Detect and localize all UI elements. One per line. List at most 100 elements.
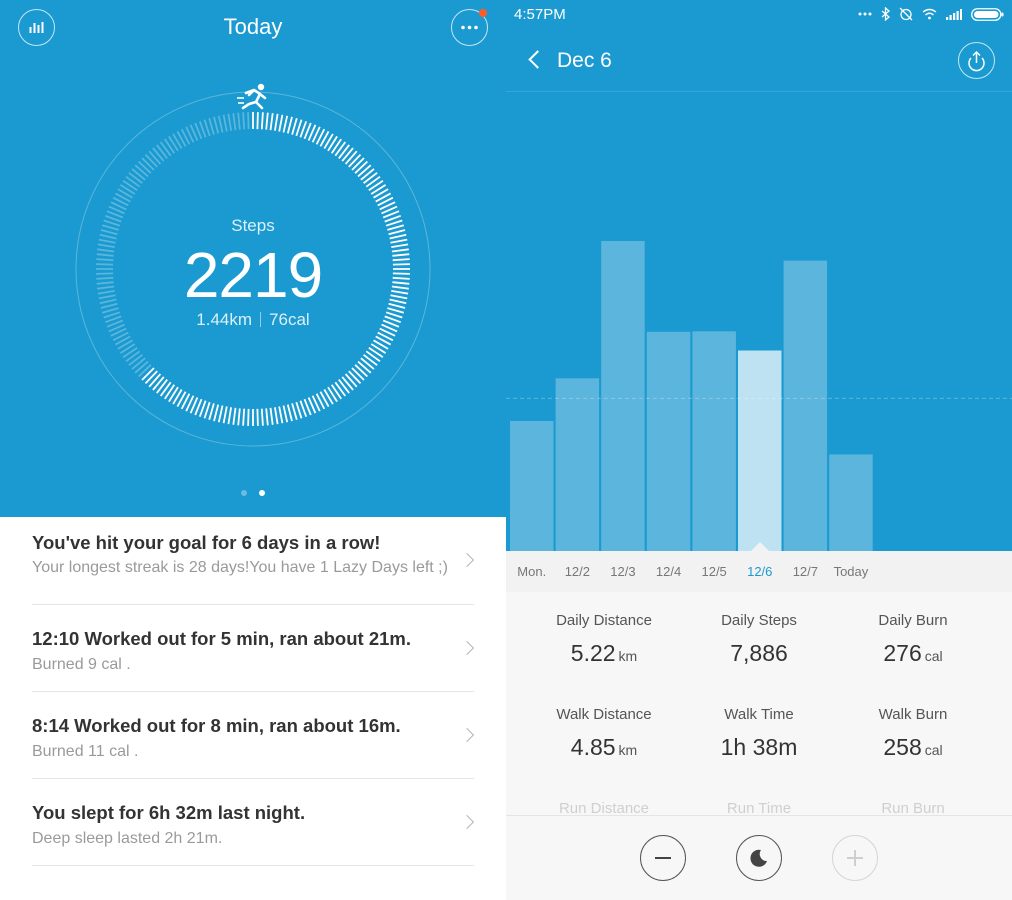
- ring-tick-filled: [338, 379, 350, 394]
- x-tick-label[interactable]: 12/3: [598, 564, 648, 579]
- metric-value: 4.85 km: [519, 734, 689, 761]
- calories-value: 76cal: [269, 310, 310, 329]
- ring-tick-filled: [354, 160, 369, 174]
- plus-icon: [846, 849, 863, 866]
- metric-unit: cal: [924, 648, 943, 664]
- x-tick-label[interactable]: 12/2: [552, 564, 602, 579]
- metric-label: Daily Steps: [721, 612, 797, 629]
- chart-x-axis: Mon. 12/2 12/3 12/4 12/5 12/6 12/7 Today: [506, 542, 1012, 592]
- ring-tick-filled: [265, 112, 269, 130]
- bar[interactable]: [646, 331, 691, 551]
- ring-tick-filled: [357, 164, 372, 178]
- ring-tick-filled: [278, 406, 284, 424]
- feed-item-workout-1[interactable]: 12:10 Worked out for 5 min, ran about 21…: [32, 605, 475, 692]
- feed-subtitle: Deep sleep lasted 2h 21m.: [32, 830, 223, 847]
- moon-icon: [749, 849, 767, 867]
- pager-dot-2[interactable]: [259, 490, 265, 496]
- ring-tick-filled: [286, 116, 293, 134]
- steps-bar-chart: [506, 241, 1012, 552]
- ring-tick-filled: [217, 405, 224, 423]
- ring-tick-filled: [291, 117, 298, 135]
- ring-tick-filled: [348, 153, 362, 168]
- bar-selected[interactable]: [738, 350, 782, 552]
- ring-tick-filled: [222, 406, 228, 424]
- bar[interactable]: [692, 331, 736, 551]
- feed-item-workout-2[interactable]: 8:14 Worked out for 8 min, ran about 16m…: [32, 692, 475, 779]
- feed-title: You've hit your goal for 6 days in a row…: [32, 532, 381, 553]
- feed-subtitle: Burned 9 cal .: [32, 656, 131, 673]
- selected-caret: [750, 542, 769, 551]
- ring-tick-filled: [227, 407, 232, 425]
- steps-value: 2219: [183, 239, 323, 311]
- metric-number: 276: [883, 640, 922, 666]
- ring-tick-empty: [128, 172, 143, 184]
- ring-tick-empty: [128, 354, 143, 366]
- ring-tick-filled: [242, 408, 246, 426]
- metric-number: 5.22: [570, 640, 616, 666]
- ring-tick-filled: [291, 403, 298, 421]
- ring-tick-filled: [354, 364, 369, 378]
- x-tick-label[interactable]: 12/7: [780, 564, 830, 579]
- ring-tick-filled: [269, 407, 274, 425]
- ring-tick-filled: [274, 407, 279, 425]
- ring-tick-filled: [351, 157, 365, 171]
- ring-tick-filled: [256, 112, 259, 130]
- ring-tick-filled: [295, 119, 303, 137]
- ring-tick-empty: [141, 157, 155, 171]
- minus-button[interactable]: [640, 835, 686, 881]
- bar[interactable]: [783, 260, 828, 551]
- metric-number: 258: [883, 734, 922, 760]
- ring-tick-filled: [208, 403, 215, 421]
- metric-number: 7,886: [730, 640, 788, 666]
- ring-tick-filled: [213, 404, 220, 422]
- feed-item-streak[interactable]: You've hit your goal for 6 days in a row…: [32, 517, 475, 605]
- plus-button[interactable]: [832, 835, 878, 881]
- chevron-right-icon: [459, 727, 475, 743]
- ring-tick-filled: [265, 408, 269, 426]
- sleep-button[interactable]: [736, 835, 782, 881]
- day-detail-panel: 4:57PM Dec 6 Mon. 12/2 12/3 12/4 12/5 12/6 12/…: [506, 0, 1012, 900]
- ring-tick-filled: [141, 367, 155, 381]
- metric-value: 258 cal: [828, 734, 998, 761]
- metric-number: 4.85: [570, 734, 616, 760]
- x-tick-label[interactable]: 12/5: [689, 564, 739, 579]
- ring-tick-filled: [247, 408, 250, 426]
- ring-tick-empty: [156, 144, 168, 159]
- ring-tick-filled: [260, 408, 264, 426]
- feed-title: 8:14 Worked out for 8 min, ran about 16m…: [32, 715, 401, 736]
- ring-tick-empty: [237, 112, 241, 130]
- ring-tick-filled: [348, 370, 362, 385]
- ring-tick-filled: [269, 113, 274, 131]
- ring-tick-empty: [213, 116, 220, 134]
- x-tick-label[interactable]: 12/6: [735, 564, 785, 579]
- feed-item-sleep[interactable]: You slept for 6h 32m last night. Deep sl…: [32, 779, 475, 866]
- ring-tick-empty: [247, 112, 250, 130]
- ring-tick-empty: [131, 357, 146, 370]
- distance-value: 1.44km: [196, 310, 253, 329]
- x-tick-label[interactable]: 12/4: [644, 564, 694, 579]
- steps-summary: 1.44km 76cal: [0, 310, 506, 330]
- bar[interactable]: [601, 241, 645, 551]
- feed-title: You slept for 6h 32m last night.: [32, 802, 306, 823]
- ring-tick-empty: [137, 160, 152, 174]
- metric-value: 7,886: [674, 640, 844, 667]
- metric-label: Daily Burn: [878, 612, 948, 629]
- metric-value: 1h 38m: [674, 734, 844, 761]
- x-tick-label[interactable]: Today: [826, 564, 876, 579]
- ring-tick-empty: [222, 114, 228, 132]
- bar[interactable]: [510, 421, 554, 551]
- bar[interactable]: [555, 378, 600, 551]
- runner-icon: [237, 83, 267, 110]
- pager-dot-1[interactable]: [241, 490, 247, 496]
- ring-tick-empty: [148, 150, 162, 165]
- metric-value: 276 cal: [828, 640, 998, 667]
- ring-tick-filled: [203, 401, 211, 419]
- chevron-right-icon: [459, 552, 475, 568]
- feed-title: 12:10 Worked out for 5 min, ran about 21…: [32, 628, 411, 649]
- x-tick-label[interactable]: Mon.: [507, 564, 557, 579]
- ring-tick-filled: [351, 367, 365, 381]
- ring-tick-filled: [232, 407, 237, 425]
- metric-label: Walk Time: [724, 706, 794, 723]
- ring-tick-empty: [203, 119, 211, 137]
- bar[interactable]: [829, 454, 873, 551]
